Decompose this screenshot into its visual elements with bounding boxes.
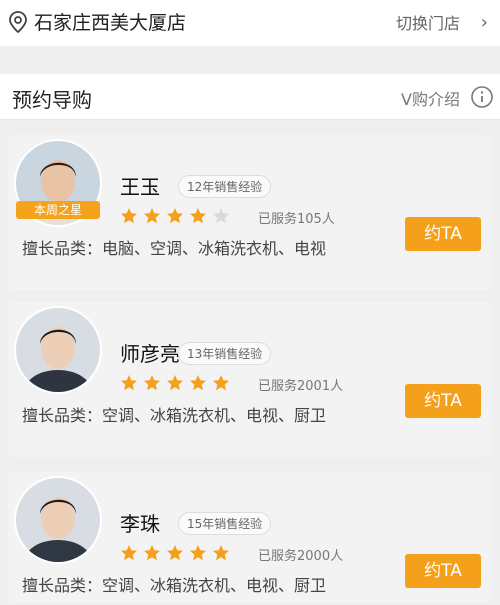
rating-stars xyxy=(120,544,230,562)
star-icon xyxy=(121,545,137,561)
star-icon xyxy=(213,545,229,561)
section-header: 预约导购 V购介绍 xyxy=(0,74,500,120)
served-count: 已服务2000人 xyxy=(258,549,344,564)
star-icon xyxy=(213,375,229,391)
book-advisor-button[interactable]: 约TA xyxy=(405,217,481,251)
store-name: 石家庄西美大厦店 xyxy=(34,12,187,34)
star-icon xyxy=(167,208,183,224)
specialty-text: 擅长品类：电脑、空调、冰箱洗衣机、电视 xyxy=(22,239,327,258)
experience-tag: 15年销售经验 xyxy=(178,512,272,535)
rating-stars xyxy=(120,374,230,392)
advisor-name: 李珠 xyxy=(120,512,160,536)
location-pin-icon xyxy=(8,10,28,38)
star-icon xyxy=(213,208,229,224)
avatar xyxy=(16,478,100,562)
star-icon xyxy=(121,375,137,391)
info-icon[interactable] xyxy=(470,85,494,113)
served-count: 已服务2001人 xyxy=(258,379,344,394)
served-count: 已服务105人 xyxy=(258,212,335,227)
switch-store-link[interactable]: 切换门店 xyxy=(396,10,460,34)
rating-stars xyxy=(120,207,230,225)
star-icon xyxy=(190,208,206,224)
store-bar: 石家庄西美大厦店 切换门店 › xyxy=(0,0,500,46)
section-title: 预约导购 xyxy=(12,88,92,112)
star-icon xyxy=(167,375,183,391)
advisor-card: 师彦亮 13年销售经验已服务2001人擅长品类：空调、冰箱洗衣机、电视、厨卫 约TA xyxy=(8,302,492,457)
chevron-right-icon[interactable]: › xyxy=(481,12,488,33)
specialty-text: 擅长品类：空调、冰箱洗衣机、电视、厨卫 xyxy=(22,406,327,425)
star-icon xyxy=(121,208,137,224)
advisor-name: 王玉 xyxy=(120,175,160,199)
advisor-card: 李珠 15年销售经验已服务2000人擅长品类：空调、冰箱洗衣机、电视、厨卫 约TA xyxy=(8,472,492,602)
avatar xyxy=(16,308,100,392)
advisor-name: 师彦亮 xyxy=(120,342,180,366)
specialty-text: 擅长品类：空调、冰箱洗衣机、电视、厨卫 xyxy=(22,576,327,595)
book-advisor-button[interactable]: 约TA xyxy=(405,554,481,588)
advisor-card: 本周之星 王玉 12年销售经验已服务105人擅长品类：电脑、空调、冰箱洗衣机、电视 约… xyxy=(8,135,492,290)
experience-tag: 12年销售经验 xyxy=(178,175,272,198)
star-icon xyxy=(144,208,160,224)
experience-tag: 13年销售经验 xyxy=(178,342,272,365)
vgou-intro-link[interactable]: V购介绍 xyxy=(401,86,460,110)
weekly-star-badge: 本周之星 xyxy=(16,201,100,219)
book-advisor-button[interactable]: 约TA xyxy=(405,384,481,418)
star-icon xyxy=(190,375,206,391)
star-icon xyxy=(167,545,183,561)
star-icon xyxy=(144,375,160,391)
star-icon xyxy=(190,545,206,561)
star-icon xyxy=(144,545,160,561)
